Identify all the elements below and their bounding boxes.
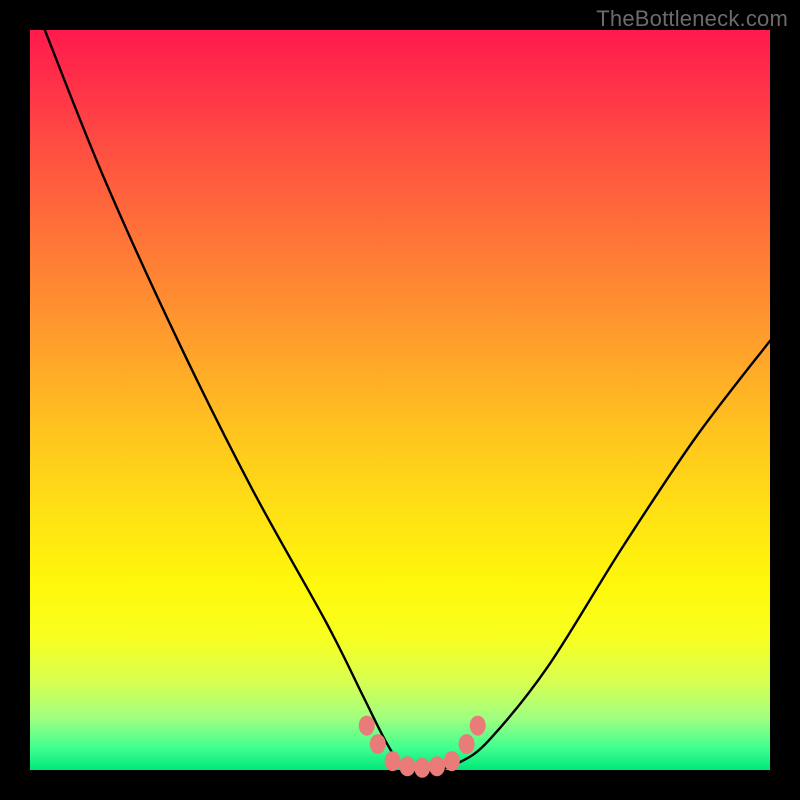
highlight-dot [359,716,375,736]
bottleneck-curve-svg [30,30,770,770]
highlight-dot [385,751,401,771]
bottleneck-curve-path [45,30,770,771]
highlight-dot [444,751,460,771]
chart-frame: TheBottleneck.com [0,0,800,800]
highlight-dot [414,758,430,778]
highlight-dot [370,734,386,754]
plot-area [30,30,770,770]
watermark-text: TheBottleneck.com [596,6,788,32]
highlight-dot [429,756,445,776]
highlight-dot [399,756,415,776]
highlight-dot [459,734,475,754]
highlight-dot [470,716,486,736]
